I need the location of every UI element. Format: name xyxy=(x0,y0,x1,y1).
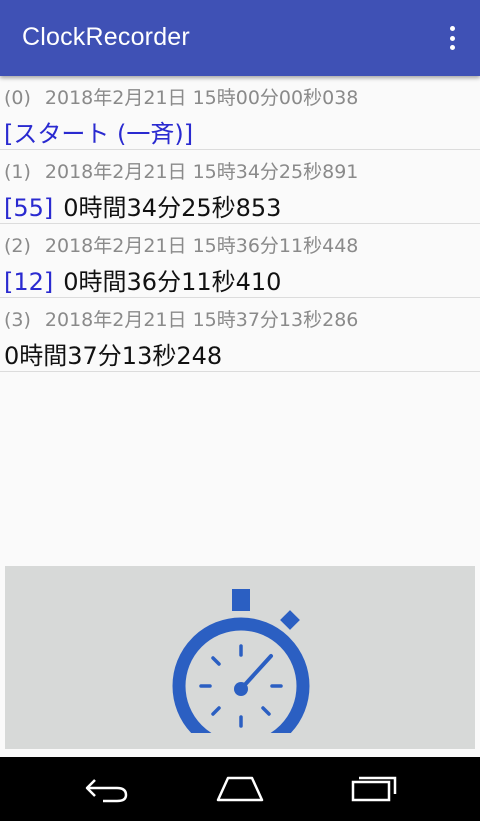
entry-main: [55] 0時間34分25秒853 xyxy=(4,188,281,223)
system-nav-bar xyxy=(0,757,480,821)
list-item[interactable]: (2) 2018年2月21日 15時36分11秒448 [12] 0時間36分11秒… xyxy=(0,224,480,298)
back-button[interactable] xyxy=(72,764,142,814)
entry-index: (3) xyxy=(4,309,31,331)
record-list: (0) 2018年2月21日 15時00分00秒038 [スタート (一斉)] (… xyxy=(0,76,480,372)
entry-value: 0時間34分25秒853 xyxy=(63,194,282,222)
entry-main: 0時間37分13秒248 xyxy=(4,336,222,371)
list-item[interactable]: (1) 2018年2月21日 15時34分25秒891 [55] 0時間34分25秒… xyxy=(0,150,480,224)
recents-icon xyxy=(352,776,397,802)
entry-meta: (0) 2018年2月21日 15時00分00秒038 xyxy=(4,83,358,110)
entry-value: 0時間37分13秒248 xyxy=(4,342,223,370)
app-title: ClockRecorder xyxy=(22,23,190,51)
back-icon xyxy=(85,779,127,803)
entry-tag: [12] xyxy=(4,268,54,296)
entry-value: [スタート (一斉)] xyxy=(4,120,194,148)
record-time-button[interactable] xyxy=(5,566,475,749)
entry-timestamp: 2018年2月21日 15時34分25秒891 xyxy=(44,161,359,183)
app-bar: ClockRecorder xyxy=(0,0,480,76)
app-window: ClockRecorder (0) 2018年2月21日 15時00分00秒038… xyxy=(0,0,480,757)
entry-index: (0) xyxy=(4,87,31,109)
home-button[interactable] xyxy=(205,764,275,814)
list-item[interactable]: (0) 2018年2月21日 15時00分00秒038 [スタート (一斉)] xyxy=(0,76,480,150)
entry-timestamp: 2018年2月21日 15時00分00秒038 xyxy=(44,87,359,109)
entry-main: [12] 0時間36分11秒410 xyxy=(4,262,281,297)
entry-index: (2) xyxy=(4,235,31,257)
entry-tag: [55] xyxy=(4,194,54,222)
list-item[interactable]: (3) 2018年2月21日 15時37分13秒286 0時間37分13秒248 xyxy=(0,298,480,372)
stopwatch-icon xyxy=(172,588,310,733)
more-vert-icon[interactable] xyxy=(440,24,464,52)
entry-index: (1) xyxy=(4,161,31,183)
home-icon xyxy=(216,776,264,802)
entry-meta: (2) 2018年2月21日 15時36分11秒448 xyxy=(4,231,358,258)
entry-value: 0時間36分11秒410 xyxy=(63,268,282,296)
entry-meta: (1) 2018年2月21日 15時34分25秒891 xyxy=(4,157,358,184)
entry-timestamp: 2018年2月21日 15時37分13秒286 xyxy=(44,309,359,331)
entry-meta: (3) 2018年2月21日 15時37分13秒286 xyxy=(4,305,358,332)
recents-button[interactable] xyxy=(338,764,408,814)
entry-timestamp: 2018年2月21日 15時36分11秒448 xyxy=(44,235,359,257)
